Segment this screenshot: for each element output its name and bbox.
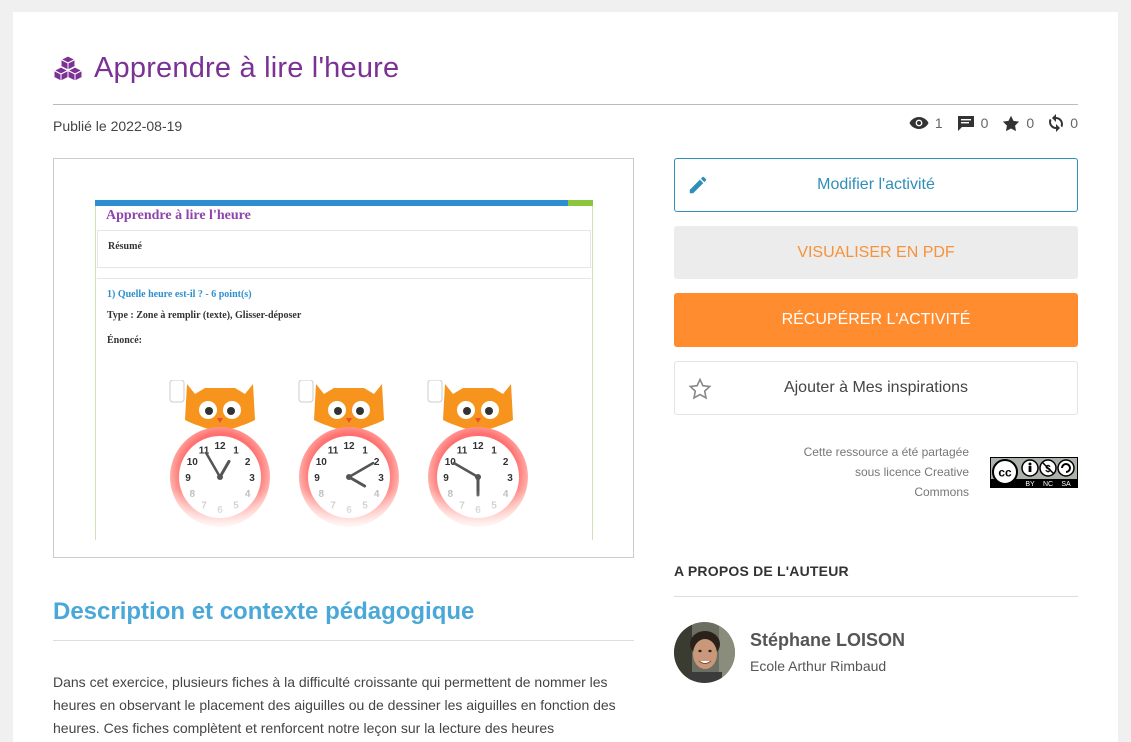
sync-icon	[1049, 114, 1064, 132]
add-inspiration-label: Ajouter à Mes inspirations	[783, 379, 969, 396]
comment-icon	[957, 115, 974, 131]
page-title: Apprendre à lire l'heure	[94, 52, 400, 84]
stars-stat: 0	[1002, 115, 1034, 132]
svg-text:9: 9	[443, 473, 449, 484]
cubes-icon	[53, 54, 83, 82]
preview-question: 1) Quelle heure est-il ? - 6 point(s) Ty…	[97, 278, 591, 346]
views-stat: 1	[909, 115, 943, 131]
author-avatar[interactable]	[674, 622, 735, 683]
view-pdf-label: Visualiser en PDF	[797, 243, 955, 261]
svg-text:3: 3	[378, 473, 384, 484]
description-line: heures en observant le placement des aig…	[53, 697, 616, 713]
description-divider	[53, 640, 634, 641]
stars-count: 0	[1026, 115, 1035, 131]
preview-summary: Résumé	[97, 230, 591, 268]
license-line: sous licence Creative	[854, 465, 969, 479]
publish-date: Publié le 2022-08-19	[53, 118, 183, 134]
title-row: Apprendre à lire l'heure	[53, 52, 399, 85]
description-text: Dans cet exercice, plusieurs fiches à la…	[53, 671, 623, 740]
svg-text:2: 2	[503, 457, 509, 468]
description-heading: Description et contexte pédagogique	[53, 598, 475, 625]
license-line: Cette ressource a été partagée	[803, 445, 969, 459]
cc-nc-label: NC	[1043, 481, 1053, 488]
eye-icon	[909, 117, 929, 129]
shares-count: 0	[1070, 115, 1078, 131]
stats-bar: 1 0 0 0	[895, 114, 1078, 132]
add-inspiration-button[interactable]: Ajouter à Mes inspirations	[674, 361, 1078, 415]
svg-text:9: 9	[314, 473, 320, 484]
shares-stat: 0	[1048, 114, 1078, 132]
activity-preview[interactable]: Apprendre à lire l'heure Résumé 1) Quell…	[53, 158, 634, 558]
svg-text:3: 3	[249, 473, 255, 484]
preview-document: Apprendre à lire l'heure Résumé 1) Quell…	[95, 200, 593, 540]
license-text: Cette ressource a été partagée sous lice…	[674, 442, 969, 502]
cc-license-icon[interactable]: cc $ BY NC SA	[990, 457, 1078, 488]
svg-text:2: 2	[245, 457, 251, 468]
get-activity-label: Récupérer l'activité	[781, 311, 971, 328]
svg-text:3: 3	[507, 473, 513, 484]
description-line: Dans cet exercice, plusieurs fiches à la…	[53, 674, 608, 690]
comments-stat: 0	[957, 115, 989, 132]
license-line: Commons	[914, 485, 969, 499]
edit-activity-button[interactable]: Modifier l'activité	[674, 158, 1078, 212]
author-school: Ecole Arthur Rimbaud	[750, 658, 887, 674]
preview-title: Apprendre à lire l'heure	[106, 208, 251, 223]
pencil-icon	[689, 176, 707, 194]
author-name[interactable]: Stéphane LOISON	[750, 630, 905, 651]
svg-text:12: 12	[214, 441, 226, 452]
view-pdf-button[interactable]: Visualiser en PDF	[674, 226, 1078, 279]
cc-sa-label: SA	[1061, 481, 1071, 488]
page-card: Apprendre à lire l'heure Publié le 2022-…	[13, 12, 1118, 742]
preview-fade	[165, 490, 535, 540]
preview-question-title: 1) Quelle heure est-il ? - 6 point(s)	[107, 289, 252, 300]
preview-question-type: Type : Zone à remplir (texte), Glisser-d…	[107, 310, 302, 321]
svg-text:11: 11	[457, 445, 468, 456]
avatar-image	[674, 622, 735, 683]
views-count: 1	[934, 115, 943, 131]
svg-text:2: 2	[374, 457, 380, 468]
about-author-heading: A PROPOS DE L'AUTEUR	[674, 563, 849, 579]
preview-clocks: 121234567891011 121234567891011 12123456…	[165, 379, 535, 540]
cc-by-label: BY	[1025, 481, 1035, 488]
svg-text:11: 11	[328, 445, 339, 456]
svg-text:12: 12	[472, 441, 484, 452]
title-divider	[53, 104, 1078, 105]
comments-count: 0	[980, 115, 989, 131]
svg-text:1: 1	[362, 445, 368, 456]
star-icon	[1003, 115, 1020, 131]
edit-activity-label: Modifier l'activité	[817, 176, 935, 193]
svg-text:12: 12	[343, 441, 355, 452]
star-outline-icon	[688, 377, 712, 400]
get-activity-button[interactable]: Récupérer l'activité	[674, 293, 1078, 347]
svg-text:9: 9	[185, 473, 191, 484]
svg-text:10: 10	[187, 457, 199, 468]
preview-statement-label: Énoncé:	[107, 335, 142, 346]
svg-text:10: 10	[316, 457, 328, 468]
about-divider	[674, 596, 1078, 597]
svg-text:1: 1	[233, 445, 239, 456]
svg-text:cc: cc	[998, 466, 1012, 480]
svg-text:1: 1	[491, 445, 497, 456]
